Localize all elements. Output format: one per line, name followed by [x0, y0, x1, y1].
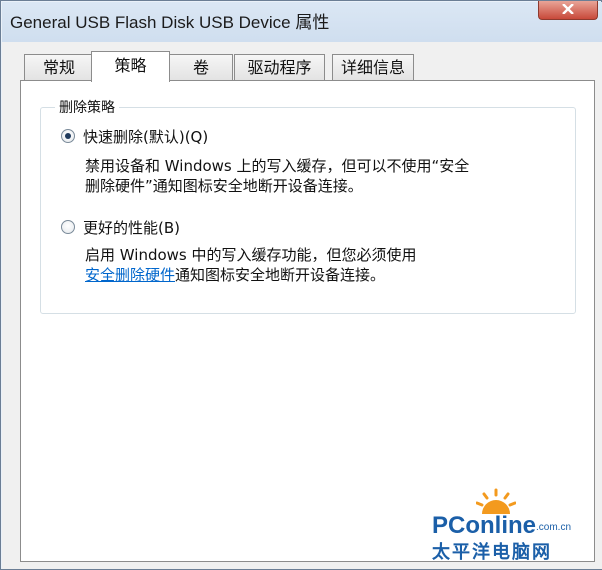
window-title: General USB Flash Disk USB Device 属性	[10, 13, 330, 32]
tab-details[interactable]: 详细信息	[332, 54, 414, 80]
quick-removal-desc-1: 禁用设备和 Windows 上的写入缓存，但可以不使用“安全	[85, 157, 470, 175]
pconline-watermark: PConline .com.cn 太平洋电脑网	[432, 488, 602, 570]
tab-policies[interactable]: 策略	[91, 51, 170, 82]
better-performance-desc-rest: 通知图标安全地断开设备连接。	[175, 266, 386, 284]
radio-unselected-icon[interactable]	[61, 220, 75, 234]
better-performance-label: 更好的性能(B)	[83, 219, 180, 237]
watermark-chinese: 太平洋电脑网	[432, 542, 552, 563]
radio-selected-icon[interactable]	[61, 129, 75, 143]
tab-label: 详细信息	[340, 58, 405, 77]
properties-dialog: General USB Flash Disk USB Device 属性 常规 …	[0, 0, 602, 570]
safely-remove-hardware-link[interactable]: 安全删除硬件	[85, 266, 175, 284]
watermark-brand: PConline	[432, 512, 537, 539]
watermark-domain: .com.cn	[536, 522, 572, 533]
quick-removal-label: 快速删除(默认)(Q)	[83, 128, 209, 146]
tab-label: 卷	[192, 58, 209, 77]
removal-policy-group: 删除策略 快速删除(默认)(Q) 禁用设备和 Windows 上的写入缓存，但可…	[40, 97, 576, 314]
close-button[interactable]	[538, 1, 598, 20]
tab-driver[interactable]: 驱动程序	[234, 54, 325, 80]
better-performance-desc-1: 启用 Windows 中的写入缓存功能，但您必须使用	[85, 246, 417, 264]
tab-volumes[interactable]: 卷	[169, 54, 233, 80]
close-icon	[562, 4, 574, 14]
quick-removal-desc-2: 删除硬件”通知图标安全地断开设备连接。	[85, 177, 363, 195]
group-title: 删除策略	[55, 97, 119, 117]
better-performance-desc-2: 安全删除硬件通知图标安全地断开设备连接。	[85, 265, 385, 285]
tab-general[interactable]: 常规	[24, 54, 94, 80]
tab-label: 常规	[42, 58, 75, 77]
tab-label: 策略	[114, 56, 147, 75]
sun-logo-icon	[476, 488, 516, 514]
tab-label: 驱动程序	[247, 58, 312, 77]
title-bar[interactable]: General USB Flash Disk USB Device 属性	[2, 1, 602, 42]
